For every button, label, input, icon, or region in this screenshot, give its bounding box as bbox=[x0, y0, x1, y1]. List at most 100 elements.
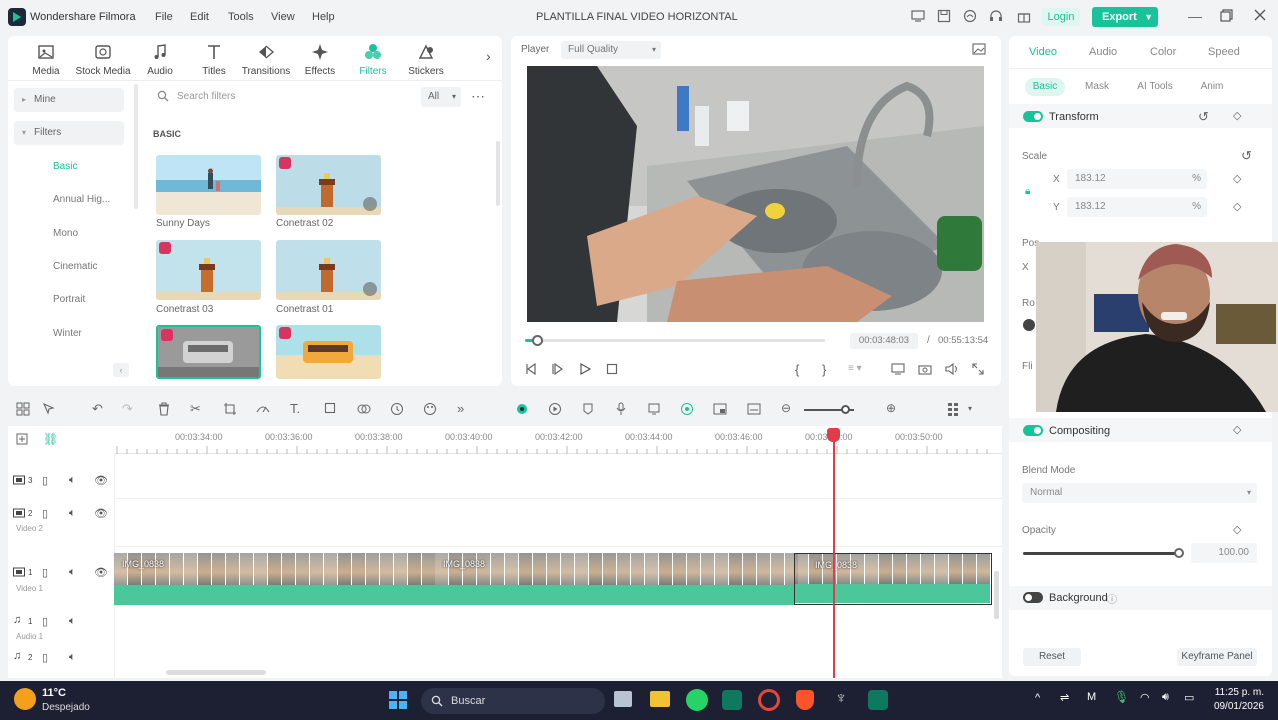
snapshot-image-icon[interactable] bbox=[972, 43, 986, 55]
sidebar-item-portrait[interactable]: Portrait bbox=[53, 294, 85, 305]
play-reverse-icon[interactable] bbox=[552, 363, 564, 375]
keyframe-panel-button[interactable]: Keyframe Panel bbox=[1177, 648, 1257, 666]
restore-icon[interactable] bbox=[1220, 9, 1236, 25]
chevron-right-icon[interactable]: › bbox=[486, 48, 491, 64]
render-status-icon[interactable] bbox=[515, 402, 529, 416]
menu-help[interactable]: Help bbox=[312, 11, 335, 23]
filter-category-select[interactable]: All ▾ bbox=[421, 87, 461, 107]
eye-icon[interactable]: 👁︎ bbox=[94, 474, 108, 487]
play-circle-icon[interactable] bbox=[548, 402, 562, 416]
menu-tools[interactable]: Tools bbox=[228, 11, 254, 23]
sidebar-item-cinematic[interactable]: Cinematic bbox=[53, 261, 97, 272]
background-toggle[interactable] bbox=[1023, 592, 1043, 603]
blend-mode-select[interactable]: Normal ▾ bbox=[1022, 483, 1257, 503]
weather-sun-icon[interactable] bbox=[14, 688, 36, 710]
camera-snapshot-icon[interactable] bbox=[918, 363, 932, 375]
battery-icon[interactable]: ▭ bbox=[1184, 691, 1194, 704]
scissors-icon[interactable]: ✂ bbox=[190, 402, 204, 416]
chevron-down-icon[interactable]: ▾ bbox=[968, 402, 982, 416]
wifi-icon[interactable]: ◠ bbox=[1140, 691, 1150, 704]
keyframe-diamond-icon[interactable]: ◇ bbox=[1233, 109, 1241, 122]
add-track-icon[interactable] bbox=[16, 433, 30, 447]
filter-thumb-conetrast-03[interactable] bbox=[156, 240, 261, 300]
ai-tool-icon[interactable] bbox=[680, 402, 694, 416]
reset-button[interactable]: Reset bbox=[1023, 648, 1081, 666]
fullscreen-icon[interactable] bbox=[972, 363, 984, 375]
folder-icon[interactable]: ▯ bbox=[42, 474, 48, 487]
collapse-sidebar-icon[interactable]: ‹ bbox=[113, 363, 129, 377]
voiceover-icon[interactable] bbox=[647, 402, 661, 416]
close-icon[interactable] bbox=[1254, 9, 1270, 25]
filter-thumb-conetrast-02[interactable] bbox=[276, 155, 381, 215]
cloud-icon[interactable] bbox=[963, 9, 979, 25]
crop-icon[interactable] bbox=[223, 402, 237, 416]
transform-toggle[interactable] bbox=[1023, 111, 1043, 122]
grid-view-icon[interactable] bbox=[946, 402, 960, 416]
support-icon[interactable] bbox=[989, 9, 1005, 25]
zoom-out-icon[interactable]: ⊖ bbox=[781, 402, 795, 416]
stop-icon[interactable] bbox=[606, 363, 618, 375]
mark-in-icon[interactable]: { bbox=[795, 362, 799, 377]
clock-time[interactable]: 11:25 p. m. bbox=[1208, 687, 1264, 698]
tab-transitions[interactable]: Transitions bbox=[236, 42, 296, 77]
minimize-icon[interactable]: — bbox=[1188, 9, 1204, 25]
opacity-input[interactable]: 100.00 bbox=[1191, 543, 1257, 563]
playhead[interactable] bbox=[833, 428, 835, 678]
download-icon[interactable] bbox=[363, 282, 377, 296]
tab-audio[interactable]: Audio bbox=[130, 42, 190, 77]
filmora-taskbar-icon[interactable] bbox=[722, 690, 742, 710]
video-clip[interactable]: IMG_0838 bbox=[114, 553, 435, 605]
speaker-icon[interactable]: 🔈︎ bbox=[69, 507, 76, 520]
weather-description[interactable]: Despejado bbox=[42, 702, 90, 713]
download-icon[interactable] bbox=[363, 197, 377, 211]
previous-frame-icon[interactable] bbox=[525, 363, 537, 375]
keyframe-diamond-icon[interactable]: ◇ bbox=[1233, 423, 1241, 436]
menu-edit[interactable]: Edit bbox=[190, 11, 209, 23]
opacity-slider-handle[interactable] bbox=[1174, 548, 1184, 558]
current-time[interactable]: 00:03:48:03 bbox=[850, 333, 918, 349]
keyframe-diamond-icon[interactable]: ◇ bbox=[1233, 172, 1241, 185]
task-view-icon[interactable] bbox=[614, 691, 632, 707]
playback-progress-track[interactable] bbox=[525, 335, 825, 346]
video-clip-selected[interactable]: IMG_0838 bbox=[794, 553, 992, 605]
export-button[interactable]: Export ▼ bbox=[1092, 7, 1158, 27]
info-icon[interactable]: ⓘ bbox=[1107, 591, 1117, 606]
opacity-slider[interactable] bbox=[1023, 548, 1184, 558]
display-settings-icon[interactable] bbox=[891, 363, 905, 375]
gift-icon[interactable] bbox=[1017, 9, 1033, 25]
microphone-tray-icon[interactable]: 🎙︎ bbox=[1114, 690, 1129, 704]
subtab-ai-tools[interactable]: AI Tools bbox=[1134, 78, 1176, 96]
more-tools-icon[interactable]: » bbox=[457, 402, 471, 416]
reset-transform-icon[interactable]: ↺ bbox=[1198, 109, 1209, 125]
layout-grid-icon[interactable] bbox=[16, 402, 30, 416]
chevron-down-icon[interactable]: ▼ bbox=[1144, 7, 1153, 27]
time-ruler[interactable]: 00:03:34:00 00:03:36:00 00:03:38:00 00:03:4… bbox=[115, 426, 1002, 454]
filters-scrollbar[interactable] bbox=[496, 141, 500, 206]
pip-icon[interactable] bbox=[713, 402, 727, 416]
lock-ratio-icon[interactable]: 🔒︎ bbox=[1025, 186, 1030, 197]
scale-y-input[interactable]: 183.12 % bbox=[1067, 197, 1207, 217]
timeline-vertical-scrollbar[interactable] bbox=[994, 571, 999, 619]
clock-date[interactable]: 09/01/2026 bbox=[1208, 701, 1264, 712]
tab-filters[interactable]: Filters bbox=[343, 42, 403, 77]
play-icon[interactable] bbox=[579, 363, 591, 375]
windows-start-icon[interactable] bbox=[389, 691, 407, 709]
scale-x-input[interactable]: 183.12 % bbox=[1067, 169, 1207, 189]
sidebar-filters[interactable]: ▾ Filters bbox=[14, 121, 124, 145]
subtab-mask[interactable]: Mask bbox=[1082, 78, 1112, 96]
sidebar-item-basic[interactable]: Basic bbox=[53, 161, 77, 172]
redo-icon[interactable]: ↷ bbox=[122, 402, 136, 416]
video-preview[interactable] bbox=[527, 66, 984, 322]
filter-thumb-warm-van[interactable] bbox=[276, 325, 381, 379]
playback-scrubber[interactable] bbox=[532, 335, 543, 346]
brave-browser-icon[interactable] bbox=[796, 690, 814, 710]
more-options-icon[interactable]: ⋯ bbox=[471, 88, 486, 105]
rotate-dial-icon[interactable] bbox=[1023, 319, 1035, 331]
folder-icon[interactable]: ▯ bbox=[42, 507, 48, 520]
keyframe-diamond-icon[interactable]: ◇ bbox=[1233, 523, 1241, 536]
filmora-taskbar-icon[interactable] bbox=[868, 690, 888, 710]
shape-icon[interactable] bbox=[324, 402, 338, 416]
folder-icon[interactable]: ▯ bbox=[42, 651, 48, 664]
save-icon[interactable] bbox=[937, 9, 953, 25]
timer-icon[interactable] bbox=[390, 402, 404, 416]
